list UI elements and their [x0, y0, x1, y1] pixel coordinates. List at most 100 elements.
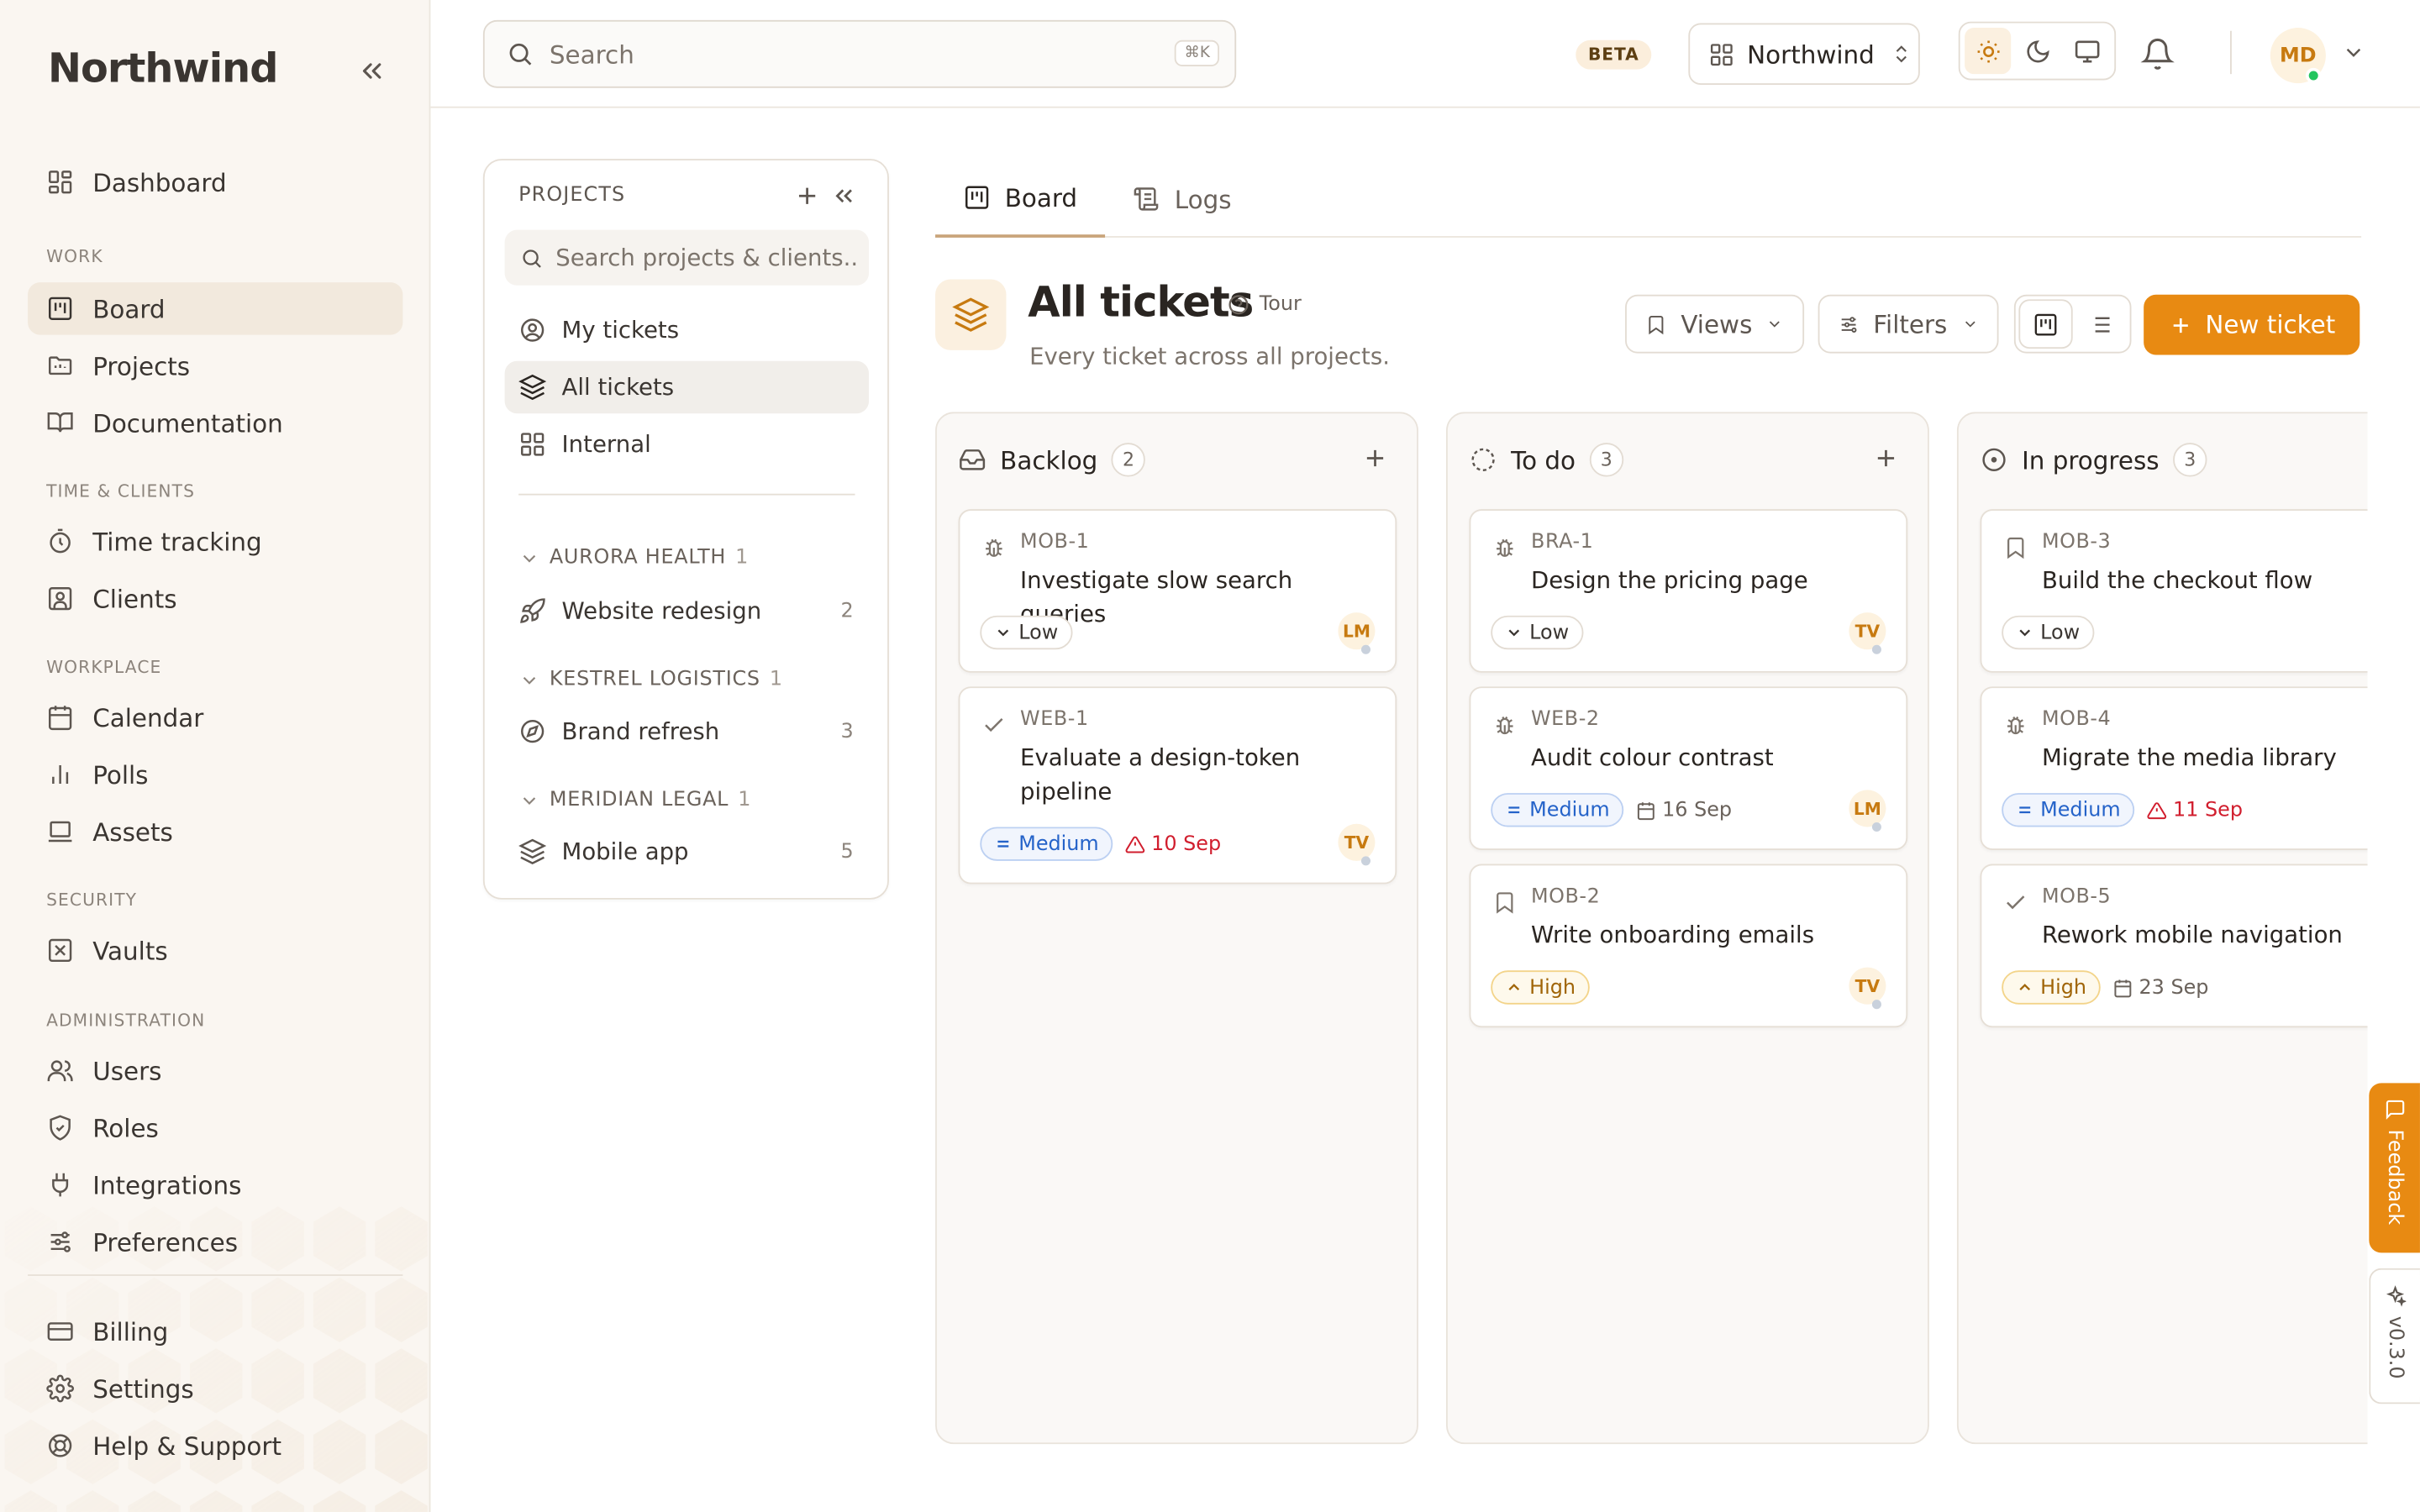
workspace-switcher[interactable]: Northwind: [1688, 23, 1920, 86]
assignee-status-dot: [1360, 644, 1370, 654]
project-item-brand-refresh[interactable]: Brand refresh 3: [505, 705, 869, 757]
plus-icon[interactable]: [1361, 444, 1389, 472]
client-group-meridian-legal[interactable]: MERIDIAN LEGAL 1: [518, 789, 750, 811]
global-search[interactable]: ⌘K: [482, 19, 1237, 88]
due-date: 23 Sep: [2112, 976, 2208, 999]
client-name: AURORA HEALTH: [549, 546, 727, 570]
sidebar-item-preferences[interactable]: Preferences: [28, 1215, 402, 1268]
projects-item-my-tickets[interactable]: My tickets: [505, 304, 869, 356]
section-label-time-clients: TIME & CLIENTS: [46, 481, 195, 501]
book-open-icon: [47, 412, 73, 433]
collapse-panel-icon[interactable]: [830, 182, 858, 210]
bell-icon[interactable]: [2140, 37, 2175, 71]
bug-icon: [1496, 716, 1513, 735]
sidebar-item-integrations[interactable]: Integrations: [28, 1158, 402, 1210]
equals-icon: [2019, 806, 2031, 814]
sidebar-item-board[interactable]: Board: [28, 282, 403, 335]
client-name: KESTREL LOGISTICS: [549, 668, 760, 691]
brand-logo[interactable]: Northwind: [48, 46, 278, 92]
ticket-card[interactable]: BRA-1 Design the pricing page Low TV: [1469, 509, 1908, 673]
ticket-id: MOB-3: [2041, 530, 2112, 554]
ticket-card[interactable]: WEB-2 Audit colour contrast Medium 16 Se…: [1469, 686, 1908, 851]
chevron-down-icon: [523, 796, 536, 805]
priority-badge: Low: [2002, 615, 2094, 650]
list-layout-button[interactable]: [2075, 301, 2126, 347]
sliders-icon: [50, 1231, 71, 1252]
sidebar-item-calendar[interactable]: Calendar: [28, 691, 402, 743]
sidebar-item-users[interactable]: Users: [28, 1044, 402, 1096]
views-button[interactable]: Views: [1625, 294, 1805, 354]
sidebar-item-time-tracking[interactable]: Time tracking: [28, 515, 402, 567]
ticket-card[interactable]: MOB-2 Write onboarding emails High TV: [1469, 864, 1908, 1028]
sidebar-item-clients[interactable]: Clients: [28, 572, 402, 624]
ticket-card[interactable]: MOB-3 Build the checkout flow Low: [1980, 509, 2368, 673]
priority-label: High: [2040, 975, 2087, 1000]
search-input[interactable]: [549, 39, 1136, 69]
tab-board[interactable]: Board: [935, 160, 1106, 238]
sidebar-item-polls[interactable]: Polls: [28, 748, 402, 801]
client-group-kestrel-logistics[interactable]: KESTREL LOGISTICS 1: [518, 668, 782, 691]
projects-search-input[interactable]: [555, 244, 857, 272]
sidebar-item-label: Dashboard: [92, 167, 227, 197]
ticket-card[interactable]: MOB-1 Investigate slow search queries Lo…: [958, 509, 1397, 673]
ticket-meta: Medium 16 Sep: [1491, 793, 1732, 827]
ticket-card[interactable]: WEB-1 Evaluate a design-token pipeline M…: [958, 686, 1397, 885]
version-tab[interactable]: v0.3.0: [2369, 1268, 2420, 1404]
assignee-avatar[interactable]: TV: [1849, 612, 1886, 650]
dashboard-icon: [48, 171, 72, 194]
kanban-board: Backlog 2 MOB-1 Investigate slow search …: [935, 412, 2368, 1446]
grid-icon: [1710, 43, 1733, 66]
circle-dashed-icon: [1471, 448, 1495, 471]
feedback-tab[interactable]: Feedback: [2369, 1083, 2420, 1253]
priority-label: Low: [1018, 621, 1059, 644]
tour-button[interactable]: Tour: [1227, 293, 1302, 317]
sidebar-item-roles[interactable]: Roles: [28, 1101, 402, 1153]
ticket-card[interactable]: MOB-5 Rework mobile navigation High 23 S…: [1980, 864, 2368, 1028]
theme-light-button[interactable]: [1965, 28, 2012, 75]
tab-logs[interactable]: Logs: [1105, 160, 1260, 238]
sidebar-item-vaults[interactable]: Vaults: [28, 924, 402, 976]
priority-label: Medium: [1529, 798, 1610, 822]
client-group-aurora-health[interactable]: AURORA HEALTH 1: [518, 546, 748, 570]
theme-system-button[interactable]: [2064, 28, 2110, 74]
sidebar-item-documentation[interactable]: Documentation: [28, 396, 402, 449]
sidebar: Northwind Dashboard WORK Board Projects …: [0, 0, 431, 1512]
collapse-sidebar-icon[interactable]: [355, 55, 388, 87]
due-date-label: 10 Sep: [1151, 832, 1222, 856]
projects-item-internal[interactable]: Internal: [505, 418, 869, 470]
priority-label: Medium: [2040, 798, 2121, 822]
ticket-card[interactable]: MOB-4 Migrate the media library Medium 1…: [1980, 686, 2368, 851]
assignee-avatar[interactable]: LM: [1849, 790, 1886, 827]
assignee-avatar[interactable]: LM: [1338, 612, 1376, 650]
sidebar-item-help[interactable]: Help & Support: [28, 1420, 402, 1472]
sidebar-item-assets[interactable]: Assets: [28, 806, 402, 858]
filters-button[interactable]: Filters: [1818, 294, 1999, 354]
grid-icon: [521, 433, 544, 456]
theme-switcher: [1958, 21, 2117, 81]
layout-toggle: [2013, 294, 2132, 354]
ticket-meta: Medium 11 Sep: [2002, 793, 2243, 827]
assignee-status-dot: [1871, 822, 1881, 832]
due-date: 16 Sep: [1636, 798, 1732, 822]
assignee-avatar[interactable]: TV: [1338, 823, 1376, 861]
layers-icon: [952, 297, 990, 332]
plus-icon[interactable]: [1872, 444, 1900, 472]
project-item-website-redesign[interactable]: Website redesign 2: [505, 585, 869, 637]
assignee-avatar[interactable]: TV: [1849, 967, 1886, 1005]
sidebar-item-dashboard[interactable]: Dashboard: [28, 156, 402, 208]
new-ticket-button[interactable]: New ticket: [2144, 294, 2360, 355]
sidebar-item-billing[interactable]: Billing: [28, 1305, 402, 1357]
kanban-icon: [2034, 312, 2057, 335]
project-item-mobile-app[interactable]: Mobile app 5: [505, 826, 869, 878]
project-name: Website redesign: [561, 596, 762, 625]
sidebar-item-settings[interactable]: Settings: [28, 1362, 402, 1415]
projects-search[interactable]: [504, 229, 870, 286]
plus-icon[interactable]: [793, 182, 821, 210]
theme-dark-button[interactable]: [2014, 28, 2060, 74]
board-layout-button[interactable]: [2020, 301, 2071, 348]
assignee-status-dot: [1871, 1000, 1881, 1010]
projects-item-all-tickets[interactable]: All tickets: [504, 360, 870, 414]
chevron-down-icon[interactable]: [2341, 40, 2365, 65]
projects-item-label: Internal: [561, 430, 651, 459]
sidebar-item-projects[interactable]: Projects: [28, 339, 402, 391]
